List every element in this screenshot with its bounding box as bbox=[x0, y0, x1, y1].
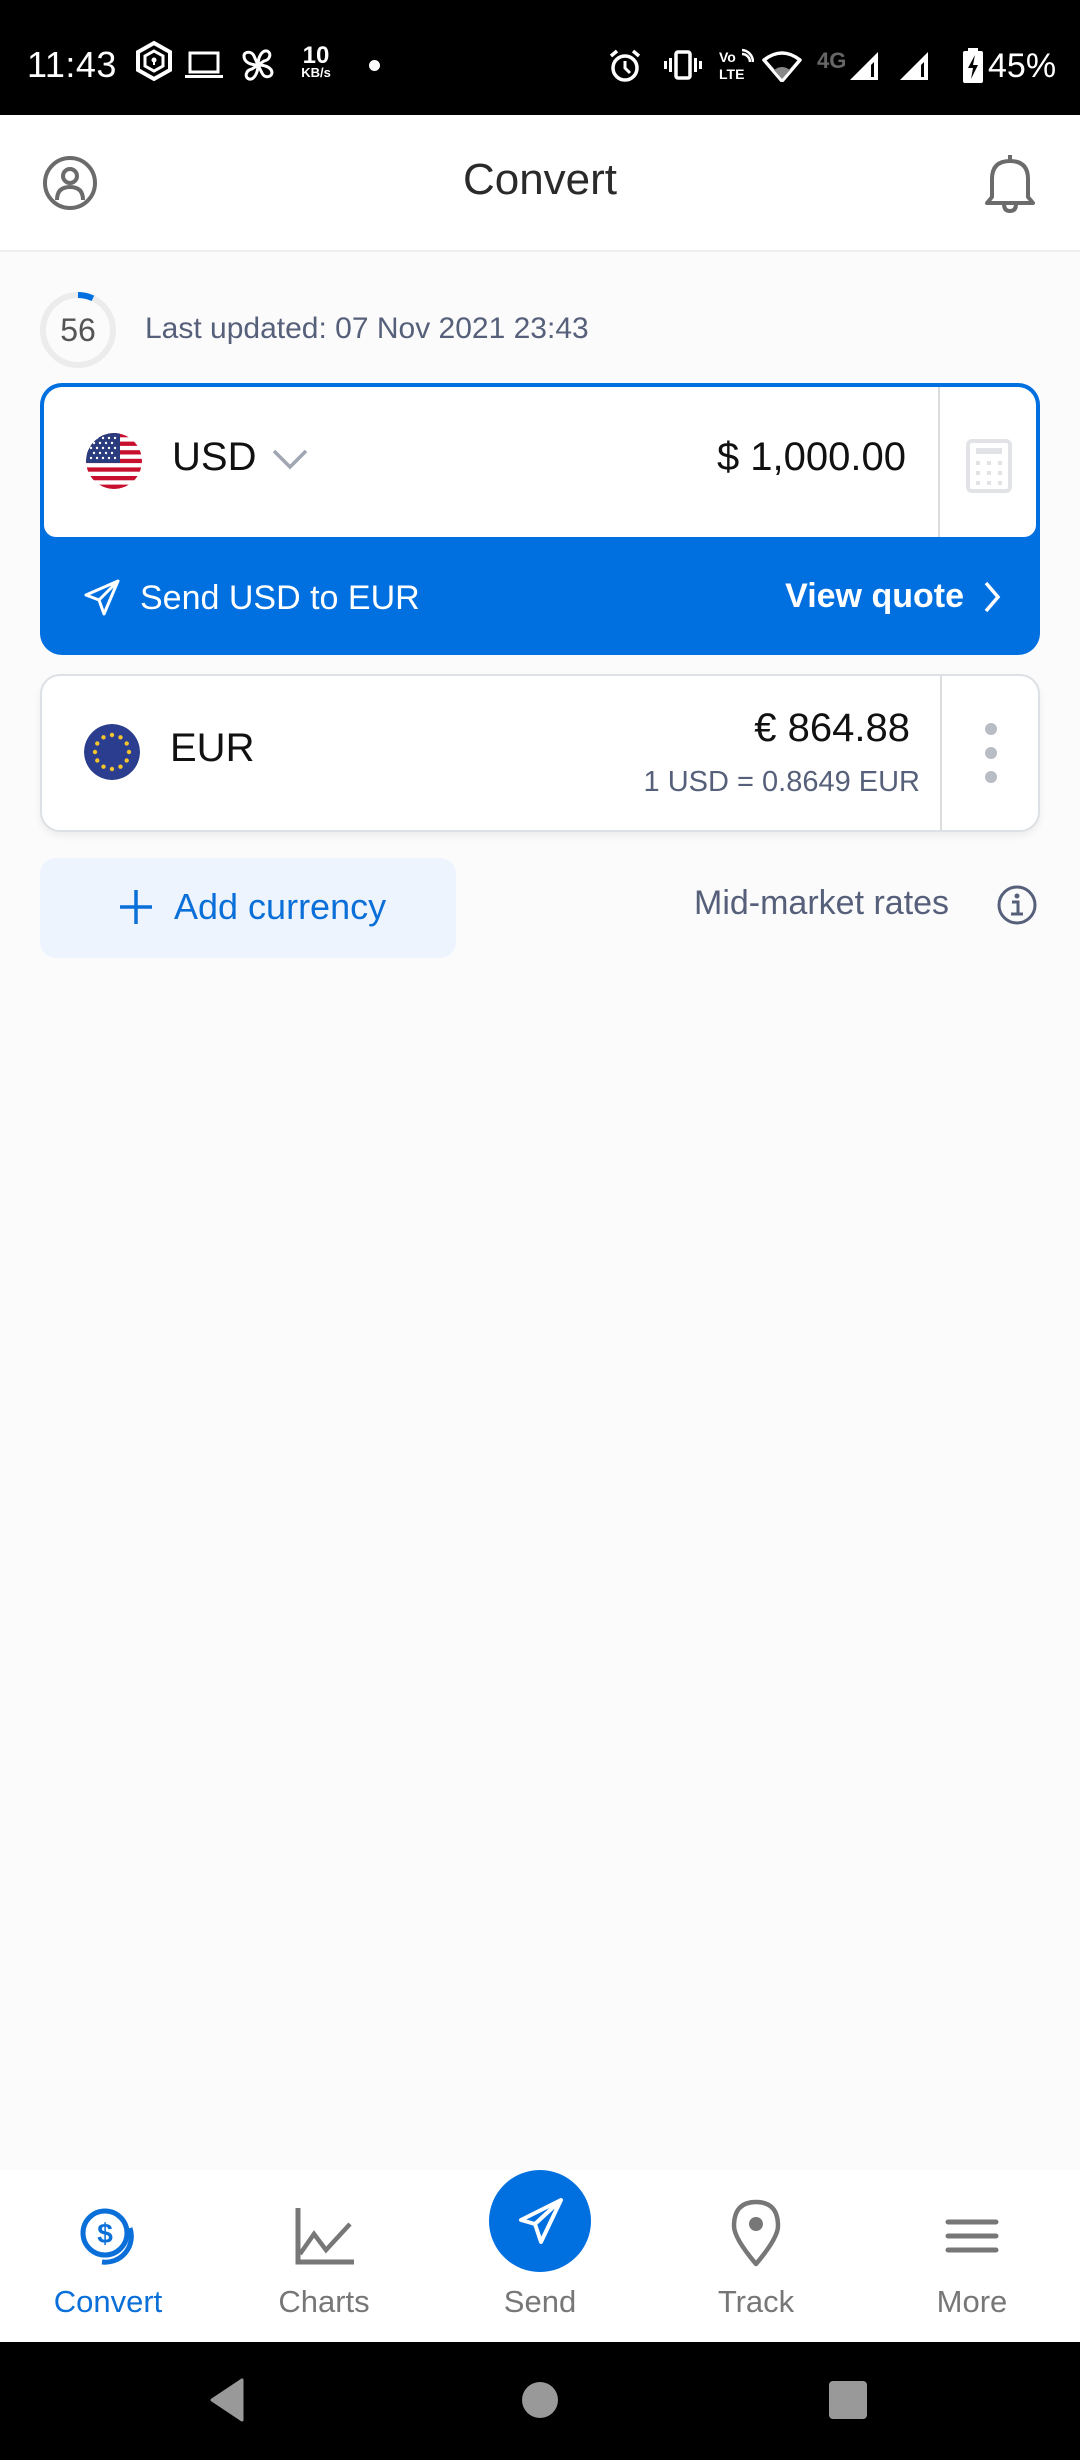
eu-star bbox=[118, 764, 123, 769]
app-header: Convert bbox=[0, 115, 1080, 252]
svg-text:LTE: LTE bbox=[719, 66, 744, 82]
eu-star bbox=[101, 764, 106, 769]
notification-dot bbox=[369, 60, 380, 71]
chart-icon bbox=[295, 2208, 354, 2265]
info-icon[interactable] bbox=[996, 884, 1038, 926]
recents-icon[interactable] bbox=[828, 2380, 868, 2420]
nav-label: More bbox=[936, 2284, 1008, 2319]
send-fab[interactable] bbox=[489, 2170, 591, 2272]
eu-star bbox=[95, 741, 100, 746]
send-label[interactable]: Send USD to EUR bbox=[140, 579, 420, 618]
laptop-icon bbox=[185, 51, 223, 78]
battery-charging-icon bbox=[963, 48, 983, 83]
bell-icon[interactable] bbox=[978, 151, 1042, 215]
convert-dollar-icon: $ bbox=[80, 2208, 134, 2265]
eu-star bbox=[118, 735, 123, 740]
send-money-row[interactable]: Send USD to EUR View quote bbox=[40, 537, 1040, 655]
send-icon bbox=[519, 2198, 563, 2244]
nav-label: Track bbox=[717, 2284, 795, 2319]
page-title: Convert bbox=[462, 155, 618, 204]
net-speed: 10 KB/s bbox=[296, 44, 336, 80]
refresh-countdown: 56 bbox=[60, 312, 96, 348]
wifi-icon bbox=[762, 51, 802, 82]
last-updated-text: Last updated: 07 Nov 2021 23:43 bbox=[145, 312, 589, 345]
eu-star bbox=[109, 766, 115, 772]
nav-label: Convert bbox=[53, 2284, 163, 2319]
status-bar: 11:43 10 KB/s Vo LTE 4G 45% bbox=[0, 0, 1080, 115]
plus-icon bbox=[120, 890, 152, 924]
eu-star bbox=[92, 749, 98, 755]
nav-label: Send bbox=[503, 2284, 577, 2319]
nav-convert[interactable]: $ Convert bbox=[0, 2170, 216, 2342]
vpn-shield-icon bbox=[136, 40, 172, 82]
eu-star bbox=[124, 758, 129, 763]
eu-flag-icon bbox=[84, 724, 140, 780]
menu-icon bbox=[945, 2219, 999, 2253]
vibrate-icon bbox=[664, 50, 702, 80]
svg-text:Vo: Vo bbox=[719, 49, 736, 65]
target-currency-code[interactable]: EUR bbox=[170, 726, 254, 771]
signal-icon bbox=[850, 52, 878, 80]
chevron-down-icon[interactable] bbox=[270, 445, 310, 473]
base-amount-input[interactable]: $ 1,000.00 bbox=[717, 435, 906, 480]
target-amount[interactable]: € 864.88 bbox=[754, 706, 910, 751]
exchange-rate: 1 USD = 0.8649 EUR bbox=[643, 766, 920, 798]
us-flag-icon bbox=[86, 433, 142, 489]
nav-more[interactable]: More bbox=[864, 2170, 1080, 2342]
mid-market-rates-label[interactable]: Mid-market rates bbox=[694, 884, 949, 923]
back-icon[interactable] bbox=[208, 2378, 244, 2422]
signal-icon bbox=[900, 52, 928, 80]
base-currency-input-row[interactable]: USD $ 1,000.00 bbox=[44, 387, 1036, 537]
base-currency-code[interactable]: USD bbox=[172, 435, 256, 480]
add-currency-button[interactable]: Add currency bbox=[40, 858, 456, 958]
home-icon[interactable] bbox=[520, 2380, 560, 2420]
eu-star bbox=[126, 749, 132, 755]
target-currency-card[interactable]: EUR € 864.88 1 USD = 0.8649 EUR bbox=[40, 674, 1040, 832]
nav-label: Charts bbox=[278, 2284, 370, 2319]
nav-send[interactable]: Send bbox=[432, 2170, 648, 2342]
network-type: 4G bbox=[817, 48, 847, 73]
system-nav-bar bbox=[0, 2342, 1080, 2460]
view-quote-button[interactable]: View quote bbox=[785, 577, 964, 616]
eu-star bbox=[101, 735, 106, 740]
svg-text:$: $ bbox=[97, 2218, 113, 2249]
nav-charts[interactable]: Charts bbox=[216, 2170, 432, 2342]
alarm-icon bbox=[609, 49, 641, 82]
calculator-icon[interactable] bbox=[940, 387, 1036, 537]
more-options-icon[interactable] bbox=[942, 676, 1038, 830]
chevron-right-icon[interactable] bbox=[980, 577, 1004, 617]
net-speed-unit: KB/s bbox=[301, 65, 331, 80]
nav-track[interactable]: Track bbox=[648, 2170, 864, 2342]
send-icon bbox=[84, 579, 120, 616]
bottom-nav: $ Convert Charts Send Track More bbox=[0, 2170, 1080, 2342]
add-currency-label[interactable]: Add currency bbox=[174, 886, 386, 928]
fan-icon bbox=[242, 49, 274, 81]
eu-star bbox=[109, 732, 115, 738]
eu-star bbox=[124, 741, 129, 746]
volte-icon: Vo LTE bbox=[719, 48, 754, 82]
status-time: 11:43 bbox=[27, 44, 117, 85]
eu-star bbox=[95, 758, 100, 763]
battery-percent: 45% bbox=[988, 47, 1057, 85]
location-pin-icon bbox=[731, 2199, 781, 2267]
base-currency-card: USD $ 1,000.00 Send USD to EUR View quot… bbox=[40, 383, 1040, 655]
